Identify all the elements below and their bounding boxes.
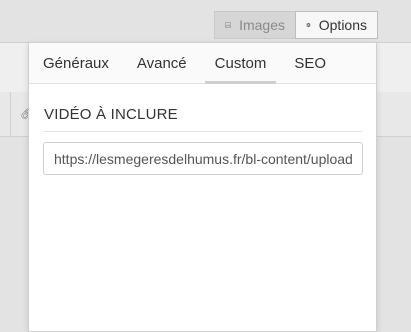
tab-seo-label: SEO: [294, 55, 326, 72]
options-button-label: Options: [319, 17, 367, 33]
images-button-label: Images: [239, 17, 285, 33]
tab-custom[interactable]: Custom: [205, 43, 277, 83]
tab-generaux[interactable]: Généraux: [33, 43, 119, 83]
section-title: VIDÉO À INCLURE: [44, 106, 178, 123]
image-icon: [225, 19, 231, 31]
options-button[interactable]: Options: [295, 11, 378, 39]
section-divider: [44, 131, 362, 132]
tab-custom-label: Custom: [215, 55, 267, 72]
gear-icon: [306, 19, 311, 31]
options-panel: Généraux Avancé Custom SEO VIDÉO À INCLU…: [28, 42, 377, 332]
tab-seo[interactable]: SEO: [284, 43, 336, 83]
tab-generaux-label: Généraux: [43, 55, 109, 72]
tab-avance[interactable]: Avancé: [127, 43, 197, 83]
video-url-input[interactable]: [43, 142, 363, 175]
images-button[interactable]: Images: [214, 11, 296, 39]
tab-avance-label: Avancé: [137, 55, 187, 72]
tab-bar: Généraux Avancé Custom SEO: [29, 43, 376, 84]
